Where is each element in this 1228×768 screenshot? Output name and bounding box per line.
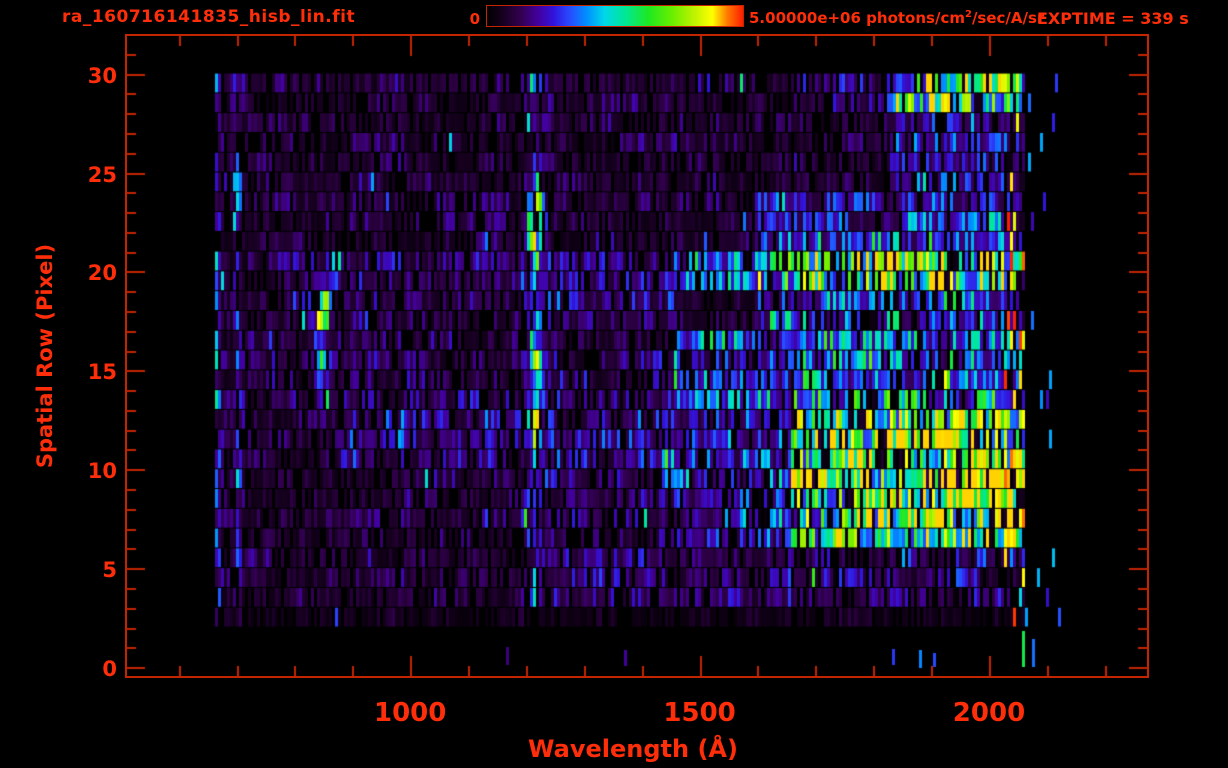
x-tick-label: 1000 (374, 698, 447, 728)
y-tick-label: 0 (102, 657, 117, 682)
filename-title: ra_160716141835_hisb_lin.fit (62, 7, 356, 27)
colorbar-max-value: 5.00000e+06 photons/cm (749, 9, 965, 27)
x-axis-title: Wavelength (Å) (528, 735, 738, 763)
spectrogram-canvas (127, 36, 1147, 676)
y-tick-label: 15 (87, 360, 117, 385)
y-tick-label: 10 (87, 459, 117, 484)
colorbar-units-superscript: 2 (964, 9, 972, 20)
colorbar (486, 5, 744, 27)
spectral-image-viewer: ra_160716141835_hisb_lin.fit 0 5.00000e+… (0, 0, 1228, 768)
plot-frame (125, 34, 1149, 678)
y-tick-label: 20 (87, 261, 117, 286)
y-tick-label: 30 (87, 63, 117, 88)
y-tick-label: 25 (87, 162, 117, 187)
colorbar-max-label: 5.00000e+06 photons/cm2/sec/A/sr (749, 9, 1044, 27)
exptime-label: EXPTIME = 339 s (1037, 9, 1189, 28)
colorbar-units-suffix: /sec/A/sr (971, 9, 1045, 27)
x-tick-label: 1500 (663, 698, 736, 728)
x-tick-label: 2000 (952, 698, 1026, 728)
y-tick-label: 5 (102, 558, 117, 583)
colorbar-min-label: 0 (469, 10, 480, 28)
